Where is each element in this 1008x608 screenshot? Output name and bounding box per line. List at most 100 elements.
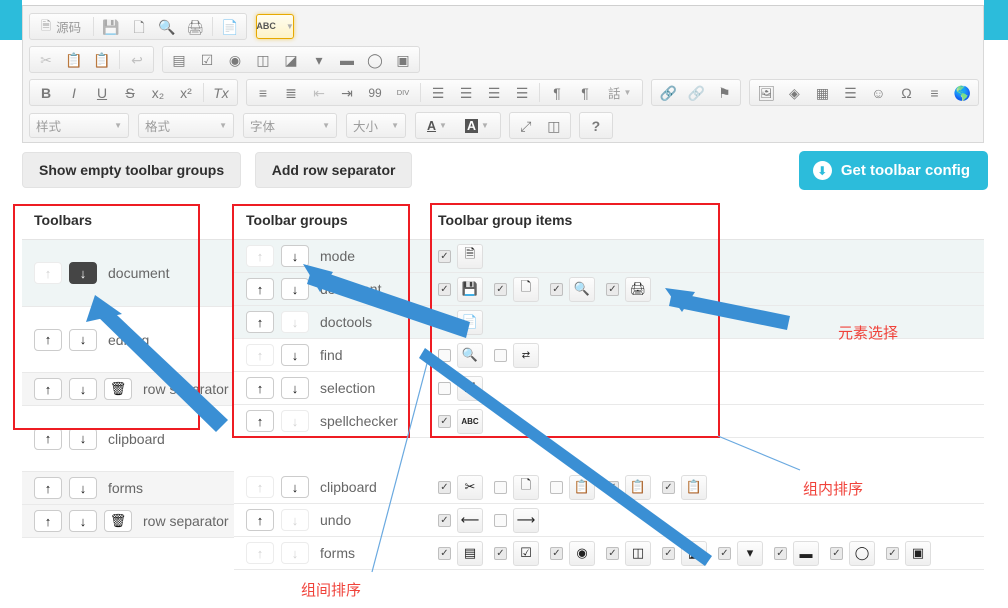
group-row-document[interactable]: ↑ ↓ document xyxy=(234,273,426,306)
templates-button[interactable]: 📄 xyxy=(217,14,243,39)
item-textarea-icon[interactable]: ◪ xyxy=(681,540,707,566)
save-button[interactable]: 💾 xyxy=(98,14,124,39)
unlink-button[interactable]: 🔗 xyxy=(683,80,709,105)
item-replace-icon[interactable]: ⇄ xyxy=(513,342,539,368)
move-up-button[interactable]: ↑ xyxy=(34,378,62,400)
item-cell[interactable]: ✓ 📄 xyxy=(438,309,494,335)
anchor-button[interactable]: ⚑ xyxy=(711,80,737,105)
bulleted-list-button[interactable]: ≣ xyxy=(278,80,304,105)
print-button[interactable]: 🖨 xyxy=(182,14,208,39)
group-row-find[interactable]: ↑ ↓ find xyxy=(234,339,426,372)
move-up-button[interactable]: ↑ xyxy=(246,476,274,498)
item-checkbox[interactable] xyxy=(494,513,507,527)
maximize-button[interactable]: ⤢ xyxy=(513,113,539,138)
image-button[interactable]: 🖼 xyxy=(753,80,779,105)
language-button[interactable]: 話 ▼ xyxy=(600,80,639,105)
group-row-clipboard[interactable]: ↑ ↓ clipboard xyxy=(234,471,426,504)
group-row-spellchecker[interactable]: ↑ ↓ spellchecker xyxy=(234,405,426,438)
item-checkbox[interactable] xyxy=(494,480,507,494)
iframe-button[interactable]: 🌎 xyxy=(949,80,975,105)
move-down-button[interactable]: ↓ xyxy=(69,262,97,284)
move-up-button[interactable]: ↑ xyxy=(246,344,274,366)
move-down-button[interactable]: ↓ xyxy=(69,477,97,499)
image-button-button[interactable]: ◯ xyxy=(362,47,388,72)
italic-button[interactable]: I xyxy=(61,80,87,105)
toolbars-row-forms[interactable]: ↑ ↓ forms xyxy=(22,472,234,505)
hidden-field-button[interactable]: ▣ xyxy=(390,47,416,72)
item-paste-icon[interactable]: 📋 xyxy=(569,474,595,500)
move-up-button[interactable]: ↑ xyxy=(34,477,62,499)
item-checkbox[interactable]: ✓ xyxy=(774,546,787,560)
item-checkbox[interactable]: ✓ xyxy=(718,546,731,560)
item-checkbox[interactable] xyxy=(550,480,563,494)
align-left-button[interactable]: ☰ xyxy=(425,80,451,105)
item-cell[interactable]: ⇄ xyxy=(494,342,550,368)
align-center-button[interactable]: ☰ xyxy=(453,80,479,105)
item-checkbox[interactable]: ✓ xyxy=(438,282,451,296)
toolbars-row-document[interactable]: ↑ ↓ document xyxy=(22,240,234,307)
item-undo-icon[interactable]: ⟵ xyxy=(457,507,483,533)
item-preview-icon[interactable]: 🔍 xyxy=(569,276,595,302)
toolbars-row-clipboard[interactable]: ↑ ↓ clipboard xyxy=(22,406,234,472)
preview-button[interactable]: 🔍 xyxy=(154,14,180,39)
item-radio-icon[interactable]: ◉ xyxy=(569,540,595,566)
item-cell[interactable]: ✓ ▤ xyxy=(438,540,494,566)
source-button[interactable]: 🗎 源码 xyxy=(33,14,89,39)
item-checkbox[interactable]: ✓ xyxy=(886,546,899,560)
item-copy-icon[interactable]: 🗋 xyxy=(513,474,539,500)
add-row-separator-button[interactable]: Add row separator xyxy=(254,152,413,188)
move-up-button[interactable]: ↑ xyxy=(246,509,274,531)
item-checkbox[interactable]: ✓ xyxy=(438,249,451,263)
move-down-button[interactable]: ↓ xyxy=(69,328,97,351)
ltr-button[interactable]: ¶ xyxy=(544,80,570,105)
strike-button[interactable]: S xyxy=(117,80,143,105)
group-row-forms[interactable]: ↑ ↓ forms xyxy=(234,537,426,570)
delete-button[interactable]: 🗑 xyxy=(104,378,132,400)
new-page-button[interactable]: 🗋 xyxy=(126,14,152,39)
horizontal-rule-button[interactable]: ☰ xyxy=(837,80,863,105)
toolbars-row-separator-1[interactable]: ↑ ↓ 🗑 row separator xyxy=(22,373,234,406)
format-combo[interactable]: 格式 ▼ xyxy=(138,113,234,138)
move-down-button[interactable]: ↓ xyxy=(69,427,97,450)
item-checkbox-icon[interactable]: ☑ xyxy=(513,540,539,566)
item-cell[interactable]: ✓ ▬ xyxy=(774,540,830,566)
item-cell[interactable]: 📋 xyxy=(550,474,606,500)
item-hiddenfield-icon[interactable]: ▣ xyxy=(905,540,931,566)
item-checkbox[interactable] xyxy=(494,348,507,362)
styles-combo[interactable]: 样式 ▼ xyxy=(29,113,129,138)
item-cell[interactable]: 🔍 xyxy=(438,342,494,368)
item-save-icon[interactable]: 💾 xyxy=(457,276,483,302)
text-color-button[interactable]: A ▼ xyxy=(419,113,455,138)
link-button[interactable]: 🔗 xyxy=(655,80,681,105)
item-checkbox[interactable]: ✓ xyxy=(662,546,675,560)
item-checkbox[interactable]: ✓ xyxy=(438,546,451,560)
item-source-icon[interactable]: 🗎 xyxy=(457,243,483,269)
create-div-button[interactable]: DIV xyxy=(390,80,416,105)
move-up-button[interactable]: ↑ xyxy=(246,410,274,432)
item-checkbox[interactable]: ✓ xyxy=(606,546,619,560)
background-color-button[interactable]: A ▼ xyxy=(457,113,497,138)
move-down-button[interactable]: ↓ xyxy=(281,542,309,564)
rtl-button[interactable]: ¶ xyxy=(572,80,598,105)
flash-button[interactable]: ◈ xyxy=(781,80,807,105)
checkbox-button[interactable]: ☑ xyxy=(194,47,220,72)
move-down-button[interactable]: ↓ xyxy=(281,509,309,531)
item-checkbox[interactable]: ✓ xyxy=(494,282,507,296)
page-break-button[interactable]: ≡ xyxy=(921,80,947,105)
move-down-button[interactable]: ↓ xyxy=(281,344,309,366)
move-up-button[interactable]: ↑ xyxy=(246,245,274,267)
undo-button[interactable]: ↩ xyxy=(124,47,150,72)
item-cell[interactable]: ✓ ▾ xyxy=(718,540,774,566)
group-row-undo[interactable]: ↑ ↓ undo xyxy=(234,504,426,537)
table-button[interactable]: ▦ xyxy=(809,80,835,105)
item-cell[interactable]: ✓ ✂ xyxy=(438,474,494,500)
paste-word-button[interactable]: 📋 xyxy=(89,47,115,72)
move-down-button[interactable]: ↓ xyxy=(281,476,309,498)
item-cell[interactable]: ✓ 💾 xyxy=(438,276,494,302)
subscript-button[interactable]: x₂ xyxy=(145,80,171,105)
move-up-button[interactable]: ↑ xyxy=(246,278,274,300)
form-button[interactable]: ▤ xyxy=(166,47,192,72)
move-up-button[interactable]: ↑ xyxy=(34,427,62,450)
item-cell[interactable]: ⟶ xyxy=(494,507,550,533)
item-checkbox[interactable]: ✓ xyxy=(438,513,451,527)
